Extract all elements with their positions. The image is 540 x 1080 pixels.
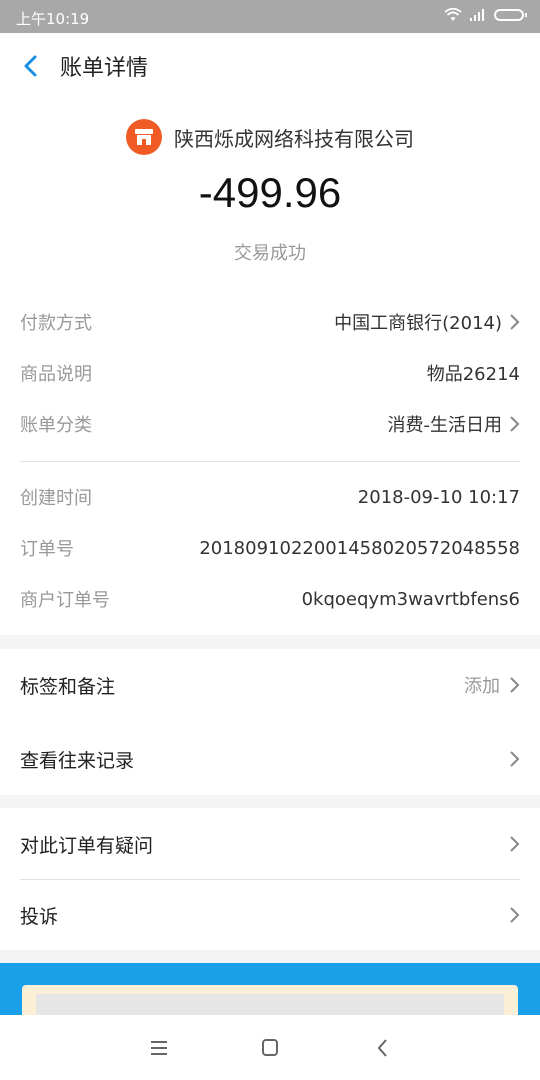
- created-time-row: 创建时间 2018-09-10 10:17: [20, 477, 520, 517]
- merchant-order-row: 商户订单号 0kqoeqym3wavrtbfens6: [20, 579, 520, 619]
- payment-method-label: 付款方式: [20, 313, 92, 334]
- promo-banner[interactable]: [0, 963, 540, 1018]
- bill-card: 陕西烁成网络科技有限公司 -499.96 交易成功 付款方式 中国工商银行(20…: [0, 99, 540, 635]
- complaint-label: 投诉: [20, 905, 59, 928]
- menu-icon[interactable]: [144, 1035, 174, 1061]
- merchant-order-label: 商户订单号: [20, 590, 110, 611]
- actions-section: 标签和备注 添加 查看往来记录: [0, 649, 540, 795]
- order-question-row[interactable]: 对此订单有疑问: [20, 824, 520, 864]
- home-icon[interactable]: [255, 1035, 285, 1061]
- status-icons: [444, 8, 527, 22]
- chevron-right-icon: [510, 314, 520, 330]
- battery-icon: [494, 9, 527, 21]
- app-header: 账单详情: [0, 33, 540, 99]
- payment-method-row[interactable]: 付款方式 中国工商银行(2014): [20, 302, 520, 342]
- item-desc-value: 物品26214: [426, 364, 520, 385]
- payment-method-value: 中国工商银行(2014): [334, 313, 502, 334]
- back-nav-icon[interactable]: [368, 1035, 398, 1061]
- order-question-label: 对此订单有疑问: [20, 834, 154, 857]
- history-label: 查看往来记录: [20, 749, 135, 772]
- store-icon: [126, 119, 162, 155]
- page-title: 账单详情: [60, 56, 149, 81]
- order-number-row: 订单号 2018091022001458020572048558: [20, 528, 520, 568]
- order-number-value: 2018091022001458020572048558: [199, 537, 520, 559]
- coupon-ticket: [22, 985, 518, 1018]
- tags-notes-label: 标签和备注: [20, 675, 116, 698]
- category-value: 消费-生活日用: [387, 415, 503, 436]
- chevron-right-icon: [510, 751, 520, 767]
- history-row[interactable]: 查看往来记录: [20, 739, 520, 779]
- chevron-right-icon: [510, 836, 520, 852]
- back-icon[interactable]: [16, 51, 46, 81]
- category-label: 账单分类: [20, 415, 92, 436]
- created-time-label: 创建时间: [20, 488, 92, 509]
- transaction-status: 交易成功: [234, 243, 306, 264]
- order-number-label: 订单号: [20, 539, 74, 560]
- signal-icon: [470, 9, 484, 21]
- chevron-right-icon: [510, 416, 520, 432]
- complaint-row[interactable]: 投诉: [20, 895, 520, 935]
- divider: [20, 879, 520, 880]
- tags-notes-row[interactable]: 标签和备注 添加: [20, 665, 520, 705]
- category-row[interactable]: 账单分类 消费-生活日用: [20, 404, 520, 444]
- item-desc-row: 商品说明 物品26214: [20, 353, 520, 393]
- divider: [20, 461, 520, 462]
- wifi-icon: [444, 8, 462, 21]
- status-time: 上午10:19: [16, 10, 90, 28]
- chevron-right-icon: [510, 677, 520, 693]
- chevron-right-icon: [510, 907, 520, 923]
- merchant-order-value: 0kqoeqym3wavrtbfens6: [301, 588, 520, 610]
- merchant-name: 陕西烁成网络科技有限公司: [174, 126, 414, 151]
- item-desc-label: 商品说明: [20, 364, 92, 385]
- created-time-value: 2018-09-10 10:17: [357, 486, 520, 508]
- merchant[interactable]: 陕西烁成网络科技有限公司: [0, 119, 540, 155]
- tags-add-value: 添加: [464, 676, 500, 697]
- status-bar: 上午10:19: [0, 0, 540, 33]
- support-section: 对此订单有疑问 投诉: [0, 808, 540, 950]
- system-nav-bar: [0, 1015, 540, 1080]
- transaction-amount: -499.96: [198, 169, 342, 216]
